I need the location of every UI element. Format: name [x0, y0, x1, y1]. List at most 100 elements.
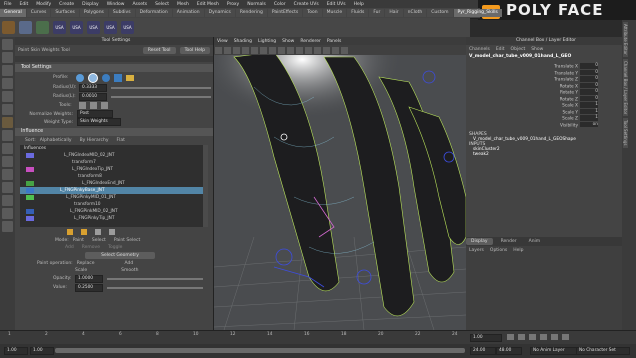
menu-create[interactable]: Create — [59, 2, 74, 7]
go-to-start-icon[interactable] — [507, 334, 514, 340]
shelf-tab-fur[interactable]: Fur — [369, 9, 385, 17]
anim-layer-dropdown[interactable]: No Anim Layer — [530, 347, 578, 355]
channel-value[interactable]: 1 — [580, 115, 598, 121]
bind-skin-icon[interactable] — [36, 21, 49, 34]
viewport-menu-renderer[interactable]: Renderer — [300, 39, 321, 44]
xray-joints-icon[interactable] — [341, 46, 348, 54]
influence-item[interactable]: L_FNGIndexMID_02_JNT — [20, 152, 208, 159]
rotate-tool-icon[interactable] — [2, 91, 13, 102]
step-back-icon[interactable] — [518, 334, 525, 340]
show-manipulator-icon[interactable] — [2, 130, 13, 141]
menu-help[interactable]: Help — [354, 2, 364, 7]
influence-item[interactable]: L_FNGPinkyMID_01_JNT — [20, 194, 208, 201]
sort-hierarchy-radio[interactable]: By Hierarchy — [80, 138, 109, 143]
channel-menu-edit[interactable]: Edit — [496, 47, 505, 52]
shelf-tab-painteffects[interactable]: PaintEffects — [267, 9, 303, 17]
input-node[interactable]: tweak2 — [469, 152, 622, 157]
radius-l-slider[interactable] — [111, 95, 211, 98]
menu-assets[interactable]: Assets — [132, 2, 147, 7]
menu-proxy[interactable]: Proxy — [227, 2, 239, 7]
playback-start-field[interactable]: 1.00 — [30, 347, 54, 355]
influence-item[interactable]: L_FNGIndexEnd_JNT — [20, 180, 208, 187]
menu-color[interactable]: Color — [274, 2, 286, 7]
ik-handle-icon[interactable] — [19, 21, 32, 34]
lock-icon[interactable] — [67, 228, 73, 235]
menu-modify[interactable]: Modify — [36, 2, 51, 7]
shelf-tab-deformation[interactable]: Deformation — [135, 9, 172, 17]
menu-normals[interactable]: Normals — [247, 2, 266, 7]
channel-value[interactable]: 0 — [580, 63, 598, 69]
shelf-tab-muscle[interactable]: Muscle — [322, 9, 347, 17]
select-remove-radio[interactable]: Remove — [82, 245, 100, 250]
reset-tool-button[interactable]: Reset Tool — [142, 46, 176, 54]
shelf-tab-surfaces[interactable]: Surfaces — [51, 9, 79, 17]
shelf-tab-dynamics[interactable]: Dynamics — [204, 9, 235, 17]
layer-tab-render[interactable]: Render — [501, 239, 517, 244]
current-frame-field[interactable]: 1.00 — [470, 334, 502, 342]
reset-brush-icon[interactable] — [100, 102, 108, 109]
grid-icon[interactable] — [251, 46, 258, 54]
shelf-tab-fluids[interactable]: Fluids — [347, 9, 369, 17]
film-gate-icon[interactable] — [260, 46, 267, 54]
channel-value[interactable]: on — [580, 121, 598, 127]
flood-tool-icon[interactable] — [89, 102, 97, 109]
wireframe-icon[interactable] — [278, 46, 285, 54]
square-brush-icon[interactable] — [113, 73, 122, 82]
mode-select-radio[interactable]: Select — [92, 238, 106, 243]
textured-icon[interactable] — [296, 46, 303, 54]
camera-icon[interactable] — [215, 46, 222, 54]
usa-script-icon[interactable]: USA — [53, 21, 66, 34]
influence-list-scrollbar[interactable] — [203, 145, 208, 227]
channel-menu-channels[interactable]: Channels — [469, 47, 490, 52]
channel-value[interactable]: 1 — [580, 102, 598, 108]
soft-brush-icon[interactable] — [87, 72, 98, 83]
graph-layout-icon[interactable] — [2, 195, 13, 206]
folder-icon[interactable] — [125, 74, 134, 81]
radius-l-field[interactable]: 0.0010 — [79, 92, 107, 101]
influence-item-selected[interactable]: L_FNGPinkyBase_JNT — [20, 187, 208, 194]
menu-select[interactable]: Select — [155, 2, 169, 7]
channel-value[interactable]: 0 — [580, 76, 598, 82]
start-time-field[interactable]: 1.00 — [4, 347, 28, 355]
influence-item[interactable]: transform8 — [20, 173, 208, 180]
channel-value[interactable]: 0 — [580, 95, 598, 101]
viewport-menu-shading[interactable]: Shading — [234, 39, 252, 44]
filter-icon[interactable] — [95, 228, 101, 235]
layer-tab-display[interactable]: Display — [466, 238, 493, 245]
side-tab-attribute-editor[interactable]: Attribute Editor — [623, 22, 628, 57]
last-tool-icon[interactable] — [2, 143, 13, 154]
channel-row[interactable]: Visibility on — [466, 121, 598, 129]
influence-item[interactable]: L_FNGPinkyTip_JNT — [20, 215, 208, 222]
brush-section-header[interactable]: Tool Settings — [15, 64, 213, 72]
menu-edit[interactable]: Edit — [20, 2, 29, 7]
sort-alphabetically-radio[interactable]: Alphabetically — [40, 138, 72, 143]
channel-menu-show[interactable]: Show — [531, 47, 543, 52]
move-tool-icon[interactable] — [2, 78, 13, 89]
opacity-slider[interactable] — [107, 277, 203, 280]
menu-edit-mesh[interactable]: Edit Mesh — [197, 2, 219, 7]
single-pane-layout-icon[interactable] — [2, 156, 13, 167]
paint-op-smooth-radio[interactable]: Smooth — [121, 268, 138, 273]
influence-item[interactable]: transform7 — [20, 159, 208, 166]
shadows-icon[interactable] — [314, 46, 321, 54]
solid-brush-icon[interactable] — [101, 73, 110, 82]
copy-weights-icon[interactable] — [109, 228, 115, 235]
paint-op-replace-radio[interactable]: Replace — [77, 261, 95, 266]
channel-value[interactable]: 0 — [580, 82, 598, 88]
usa-script-icon[interactable]: USA — [121, 21, 134, 34]
shelf-tab-rendering[interactable]: Rendering — [235, 9, 267, 17]
image-plane-icon[interactable] — [242, 46, 249, 54]
radius-u-field[interactable]: 0.3333 — [79, 83, 107, 92]
range-slider-bar[interactable] — [55, 348, 465, 353]
unlock-icon[interactable] — [81, 228, 87, 235]
viewport-menu-show[interactable]: Show — [282, 39, 294, 44]
tool-help-button[interactable]: Tool Help — [179, 46, 210, 54]
side-tab-tool-settings[interactable]: Tool Settings — [623, 118, 628, 148]
scale-tool-icon[interactable] — [2, 104, 13, 115]
sort-flat-radio[interactable]: Flat — [117, 138, 125, 143]
menu-display[interactable]: Display — [82, 2, 99, 7]
render-layout-icon[interactable] — [2, 221, 13, 232]
select-geometry-button[interactable]: Select Geometry — [85, 252, 155, 259]
shelf-tab-curves[interactable]: Curves — [26, 9, 51, 17]
viewport-3d[interactable]: View Shading Lighting Show Renderer Pane… — [214, 37, 466, 330]
